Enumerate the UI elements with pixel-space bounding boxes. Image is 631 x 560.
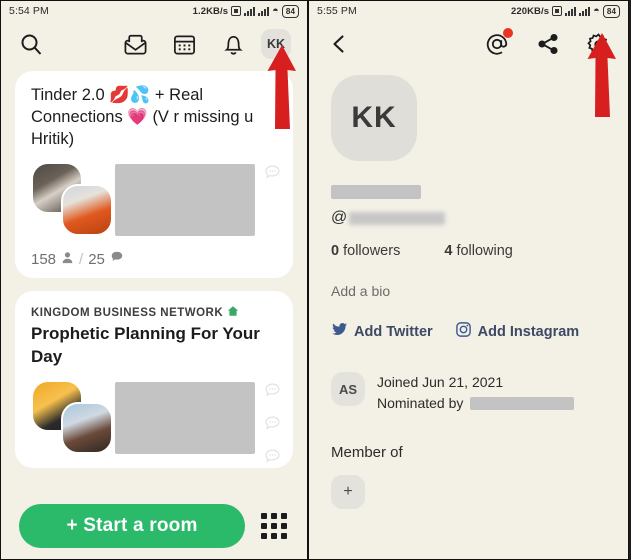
speech-bubble-icon xyxy=(264,448,281,470)
twitter-icon xyxy=(331,321,348,342)
signal-bars-icon xyxy=(565,6,577,16)
listener-count: 25 xyxy=(88,250,105,268)
room-feed-list: Tinder 2.0 💋💦 + Real Connections 💗 (V r … xyxy=(1,67,307,469)
dual-screenshot-container: 5:54 PM 1.2KB/s ◓ 84 KK Tinder 2.0 💋💦 + … xyxy=(0,0,631,560)
add-instagram-link[interactable]: Add Instagram xyxy=(455,321,580,342)
profile-avatar[interactable]: KK xyxy=(331,75,417,161)
profile-handle: @ xyxy=(331,209,606,227)
social-links-row: Add Twitter Add Instagram xyxy=(331,321,606,342)
bell-icon[interactable] xyxy=(220,31,247,58)
right-screen-profile: 5:55 PM 220KB/s ◓ 84 KK @ 0 followers 4 … xyxy=(309,0,629,560)
redacted-nominator-name xyxy=(470,397,575,410)
following-count: 4 xyxy=(444,243,453,259)
club-name: KINGDOM BUSINESS NETWORK xyxy=(31,306,224,319)
left-screen-home-feed: 5:54 PM 1.2KB/s ◓ 84 KK Tinder 2.0 💋💦 + … xyxy=(0,0,309,560)
speaker-avatar xyxy=(61,184,113,237)
add-twitter-link[interactable]: Add Twitter xyxy=(331,321,433,342)
profile-avatar-button[interactable]: KK xyxy=(261,29,291,59)
speaker-avatars xyxy=(31,162,115,240)
person-icon xyxy=(61,251,74,268)
room-stats: 158 / 25 xyxy=(31,250,277,268)
add-instagram-label: Add Instagram xyxy=(477,323,580,340)
search-icon[interactable] xyxy=(17,31,44,58)
speaker-name-bubbles xyxy=(264,382,281,470)
followers-stat[interactable]: 0 followers xyxy=(331,243,400,259)
speaker-avatars xyxy=(31,380,115,458)
member-of-heading: Member of xyxy=(331,444,403,461)
home-header: KK xyxy=(1,21,307,67)
envelope-icon[interactable] xyxy=(122,31,149,58)
nominator-avatar[interactable]: AS xyxy=(331,372,365,406)
followers-label: followers xyxy=(343,243,401,259)
nominator-row: AS Joined Jun 21, 2021 Nominated by xyxy=(331,372,606,414)
club-name-row: KINGDOM BUSINESS NETWORK xyxy=(31,305,277,320)
joined-date: Joined Jun 21, 2021 xyxy=(377,374,504,390)
network-speed: 1.2KB/s xyxy=(192,5,229,17)
grid-dots-icon[interactable] xyxy=(259,513,289,539)
speech-bubble-icon xyxy=(264,415,281,437)
instagram-icon xyxy=(455,321,472,342)
mentions-badge xyxy=(503,27,513,38)
signal-bars-icon xyxy=(244,6,256,16)
room-card-body xyxy=(31,162,280,240)
room-title: Tinder 2.0 💋💦 + Real Connections 💗 (V r … xyxy=(31,86,254,148)
right-status-bar: 5:55 PM 220KB/s ◓ 84 xyxy=(309,1,628,21)
room-title: Prophetic Planning For Your Day xyxy=(31,324,260,366)
data-saver-icon xyxy=(552,6,563,16)
network-speed: 220KB/s xyxy=(510,5,550,17)
redacted-speaker-names xyxy=(115,382,255,455)
gear-icon[interactable] xyxy=(585,31,612,58)
redacted-display-name xyxy=(331,185,421,199)
nominated-by-label: Nominated by xyxy=(377,395,464,411)
wifi-icon: ◓ xyxy=(593,4,600,17)
status-time: 5:54 PM xyxy=(9,5,49,17)
speaker-avatar xyxy=(61,402,113,455)
home-bottom-bar: + Start a room xyxy=(1,493,307,559)
speech-bubble-icon xyxy=(264,164,281,186)
back-chevron-icon[interactable] xyxy=(325,31,352,58)
speech-bubble-icon xyxy=(264,382,281,404)
add-twitter-label: Add Twitter xyxy=(354,323,433,340)
nominated-by-row: Nominated by xyxy=(377,393,575,414)
at-sign-icon[interactable] xyxy=(483,27,513,58)
following-stat[interactable]: 4 following xyxy=(444,243,513,259)
share-icon[interactable] xyxy=(534,31,561,58)
signal-bars-secondary-icon xyxy=(258,6,270,16)
followers-count: 0 xyxy=(331,243,340,259)
speech-bubble-icon xyxy=(110,250,124,268)
redacted-speaker-names xyxy=(115,164,255,237)
room-card[interactable]: Tinder 2.0 💋💦 + Real Connections 💗 (V r … xyxy=(15,71,293,279)
signal-bars-secondary-icon xyxy=(579,6,591,16)
following-label: following xyxy=(456,243,513,259)
calendar-icon[interactable] xyxy=(171,31,198,58)
status-time: 5:55 PM xyxy=(317,5,357,17)
data-saver-icon xyxy=(231,6,242,16)
redacted-handle xyxy=(349,211,446,225)
start-a-room-button[interactable]: + Start a room xyxy=(19,504,245,548)
follow-counts: 0 followers 4 following xyxy=(331,243,606,259)
stats-separator: / xyxy=(79,250,84,268)
left-status-bar: 5:54 PM 1.2KB/s ◓ 84 xyxy=(1,1,307,21)
profile-content: KK @ 0 followers 4 following Add a bio A… xyxy=(309,67,628,509)
speaker-count: 158 xyxy=(31,250,57,268)
wifi-icon: ◓ xyxy=(272,4,279,17)
joined-info: Joined Jun 21, 2021 Nominated by xyxy=(377,372,575,414)
profile-header xyxy=(309,21,628,67)
battery-indicator: 84 xyxy=(602,4,620,18)
speaker-name-bubbles xyxy=(264,164,281,186)
add-club-button[interactable]: + xyxy=(331,475,365,509)
handle-at-symbol: @ xyxy=(331,209,348,226)
battery-indicator: 84 xyxy=(281,4,299,18)
house-icon xyxy=(227,305,239,320)
room-card[interactable]: KINGDOM BUSINESS NETWORK Prophetic Plann… xyxy=(15,291,293,469)
room-card-body xyxy=(31,380,280,463)
add-bio-link[interactable]: Add a bio xyxy=(331,283,606,299)
